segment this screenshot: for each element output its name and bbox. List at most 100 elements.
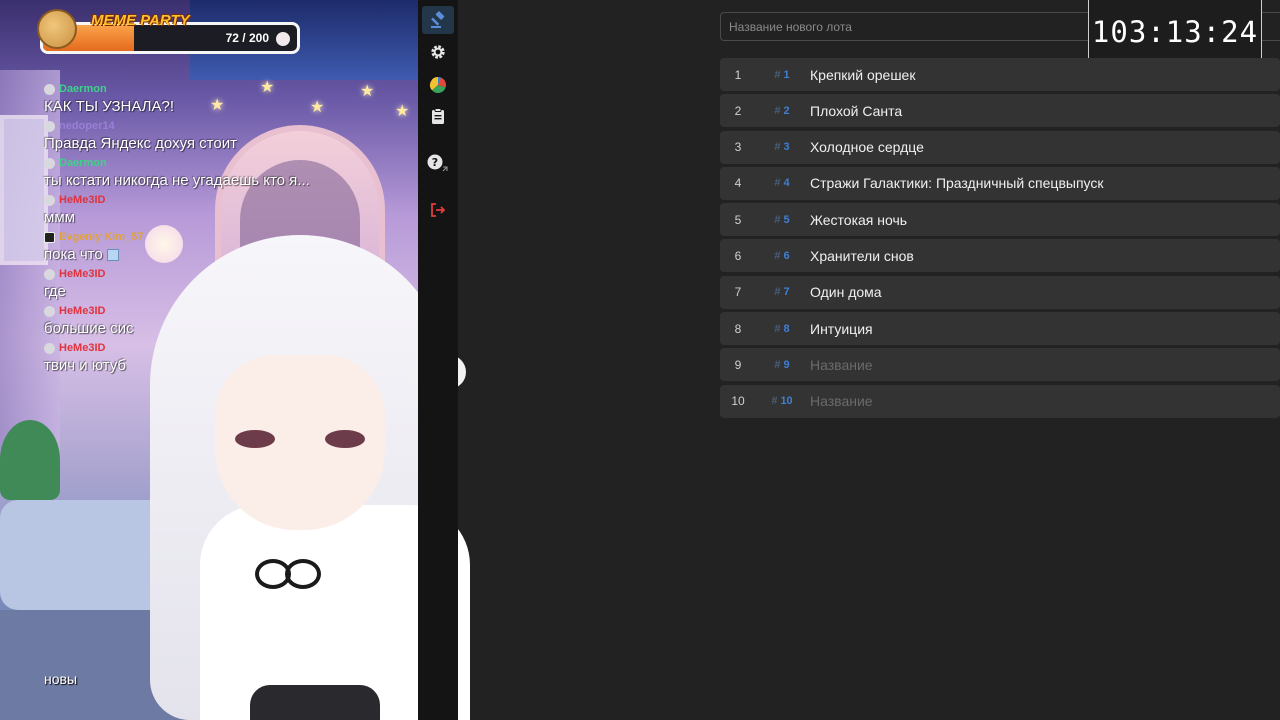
lot-index: 1 (734, 67, 742, 82)
goal-count: 72 / 200 (225, 31, 269, 45)
lot-title[interactable]: Хранители снов (808, 248, 914, 264)
lot-fast-id[interactable]: #10 (756, 395, 808, 407)
chat-username: HeMe3ID (59, 194, 106, 206)
lot-fast-id[interactable]: #9 (756, 359, 808, 371)
settings-button[interactable] (422, 38, 454, 66)
user-badge-icon (44, 120, 55, 132)
auction-timer: 103:13:24 (1088, 0, 1262, 65)
lot-index: 5 (734, 212, 742, 227)
lot-fast-id[interactable]: #6 (756, 250, 808, 262)
chat-author: nedoper14 (44, 119, 404, 133)
lot-row[interactable]: 9 #9 Название (720, 348, 1280, 382)
lot-fast-id[interactable]: #5 (756, 214, 808, 226)
play-badge-icon (44, 231, 55, 243)
hash-icon: # (774, 358, 781, 371)
lot-row[interactable]: 2 #2 Плохой Санта (720, 94, 1280, 128)
lot-fast-id[interactable]: #3 (756, 141, 808, 153)
lot-list: 1 #1 Крепкий орешек 2 #2 Плохой Санта 3 #3 Холод… (720, 58, 1280, 421)
hash-icon: # (774, 213, 781, 226)
avatar-neckline (250, 685, 380, 720)
clipboard-icon (432, 107, 444, 124)
chat-username: Daermon (59, 83, 107, 95)
lot-title[interactable]: Интуиция (808, 321, 873, 337)
hash-icon: # (774, 104, 781, 117)
gear-icon (431, 45, 445, 59)
chat-username: nedoper14 (59, 120, 115, 132)
help-icon: ? (427, 154, 448, 172)
chat-cutoff-text: новы (44, 671, 78, 687)
stats-button[interactable] (422, 71, 454, 99)
lot-fast-id[interactable]: #2 (756, 105, 808, 117)
lot-title[interactable]: Название (808, 357, 873, 373)
lot-title[interactable]: Крепкий орешек (808, 67, 915, 83)
vtuber-avatar (130, 205, 530, 720)
lot-fast-id-value: 6 (783, 249, 790, 262)
chat-text-content: Правда Яндекс дохуя стоит (44, 135, 237, 152)
lot-title[interactable]: Холодное сердце (808, 139, 924, 155)
user-badge-icon (44, 157, 55, 169)
auction-panel: 103:13:24 1#1Крепкий орешек2#2Плохой Сан… (458, 0, 1280, 720)
lot-index: 8 (734, 321, 742, 336)
stream-screen: ★ ★ ★ ★ ★ MEME PARTY 72 / 200 Daermon КАК Т… (0, 0, 1280, 720)
avatar-eye-right (325, 430, 365, 448)
lot-title[interactable]: Стражи Галактики: Праздничный спецвыпуск (808, 175, 1104, 191)
lot-fast-id[interactable]: #7 (756, 286, 808, 298)
user-badge-icon (44, 268, 55, 280)
chat-text-content: твич и ютуб (44, 357, 126, 374)
chat-username: Daermon (59, 157, 107, 169)
svg-text:?: ? (432, 156, 438, 169)
lot-title[interactable]: Один дома (808, 284, 882, 300)
lot-fast-id-value: 10 (780, 395, 793, 408)
chat-text-content: ты кстати никогда не угадаешь кто я... (44, 172, 310, 189)
plant (0, 420, 60, 500)
lot-fast-id-value: 8 (783, 322, 790, 335)
lot-index: 2 (734, 103, 742, 118)
history-button[interactable] (422, 102, 454, 130)
lot-fast-id[interactable]: #4 (756, 177, 808, 189)
lot-index: 6 (734, 248, 742, 263)
wall-frame (0, 115, 48, 265)
lot-title[interactable]: Жестокая ночь (808, 212, 907, 228)
chat-text-content: где (44, 283, 66, 300)
lot-fast-id[interactable]: #8 (756, 323, 808, 335)
chat-username: HeMe3ID (59, 305, 106, 317)
hash-icon: # (774, 286, 781, 299)
hash-icon: # (774, 177, 781, 190)
lot-index: 4 (734, 176, 742, 191)
lot-row[interactable]: 8 #8 Интуиция (720, 312, 1280, 346)
chat-text: КАК ТЫ УЗНАЛА?! (44, 96, 404, 117)
lot-row[interactable]: 10 #10 Название (720, 384, 1280, 418)
auction-button[interactable] (422, 6, 454, 34)
lot-fast-id[interactable]: #1 (756, 69, 808, 81)
lot-row[interactable]: 1 #1 Крепкий орешек (720, 58, 1280, 91)
lot-index: 3 (734, 140, 742, 155)
lot-fast-id-value: 1 (783, 68, 790, 81)
lot-index: 9 (734, 357, 742, 372)
lot-title[interactable]: Название (808, 393, 873, 409)
lot-row[interactable]: 7 #7 Один дома (720, 275, 1280, 309)
goal-title: MEME PARTY (91, 12, 190, 29)
hash-icon: # (774, 322, 781, 335)
lot-row[interactable]: 3 #3 Холодное сердце (720, 130, 1280, 164)
chat-message: nedoper14 Правда Яндекс дохуя стоит (44, 119, 404, 154)
user-badge-icon (44, 83, 55, 95)
lot-title[interactable]: Плохой Санта (808, 103, 902, 119)
logout-button[interactable] (422, 196, 454, 224)
chat-text: Правда Яндекс дохуя стоит (44, 133, 404, 154)
chat-message: Daermon ты кстати никогда не угадаешь кто… (44, 156, 404, 191)
goal-dot-icon (276, 32, 290, 46)
lot-row[interactable]: 4 #4 Стражи Галактики: Праздничный спецвып… (720, 166, 1280, 200)
help-button[interactable]: ? (422, 149, 454, 177)
lot-fast-id-value: 2 (783, 104, 790, 117)
doge-icon (37, 9, 77, 49)
lot-row[interactable]: 5 #5 Жестокая ночь (720, 203, 1280, 237)
hash-icon: # (774, 68, 781, 81)
pie-chart-icon (429, 77, 447, 94)
hash-icon: # (774, 141, 781, 154)
lot-index: 10 (731, 394, 745, 409)
chat-text-content: ммм (44, 209, 75, 226)
broken-image-icon (106, 249, 119, 262)
avatar-bow (255, 555, 321, 589)
lot-row[interactable]: 6 #6 Хранители снов (720, 239, 1280, 273)
user-badge-icon (44, 305, 55, 317)
